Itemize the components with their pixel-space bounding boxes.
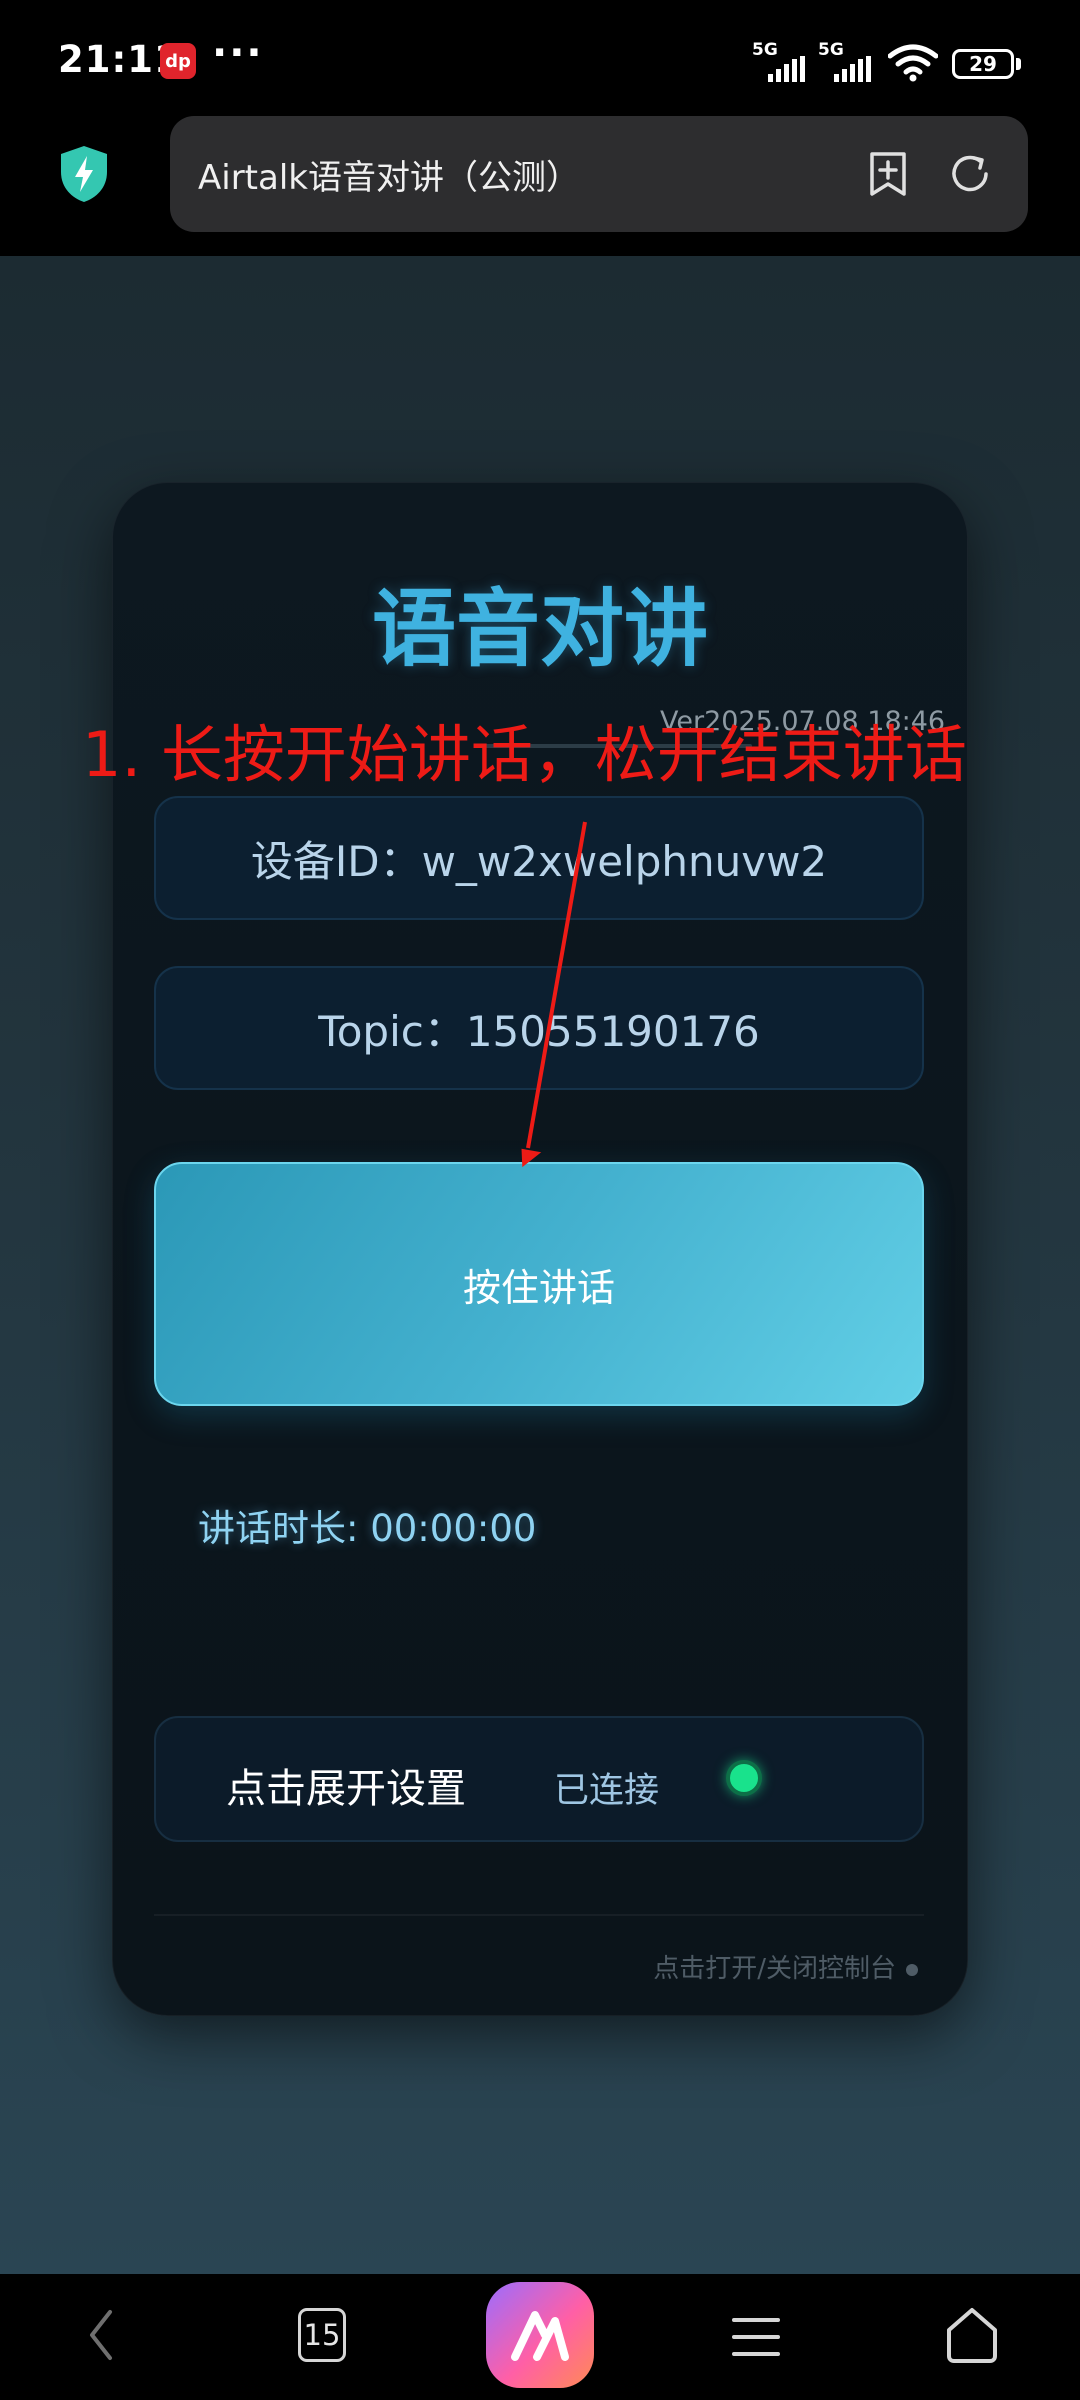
- menu-icon[interactable]: [730, 2314, 782, 2360]
- tabs-icon[interactable]: 15: [298, 2308, 346, 2362]
- back-icon[interactable]: [86, 2308, 116, 2362]
- ai-assistant-icon[interactable]: [486, 2282, 594, 2388]
- home-icon[interactable]: [944, 2306, 1000, 2364]
- phone-screen: 21:11 dp ··· 5G 5G 29 Airtalk语音对讲（公测） 语音…: [0, 0, 1080, 2400]
- annotation-arrow: [521, 821, 587, 1168]
- bottom-navigation: 15: [0, 2274, 1080, 2400]
